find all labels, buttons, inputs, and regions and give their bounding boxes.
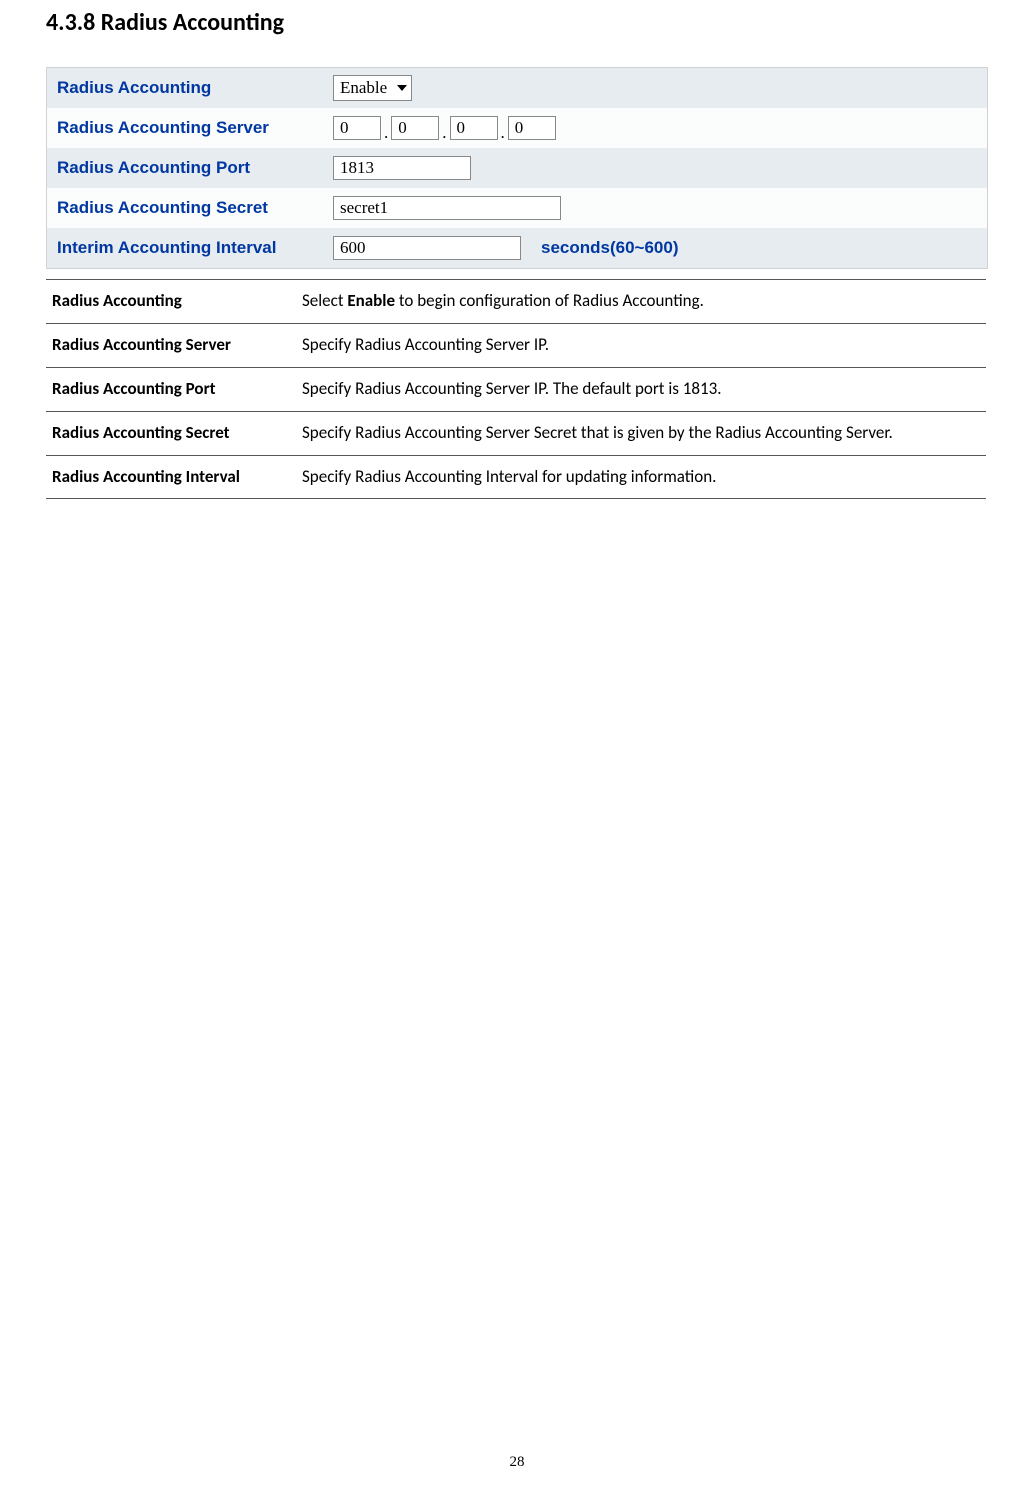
desc-key: Radius Accounting Server <box>46 323 296 367</box>
interim-accounting-interval-input[interactable]: 600 <box>333 236 521 260</box>
radius-accounting-select[interactable]: Enable <box>333 75 412 101</box>
section-heading: 4.3.8 Radius Accounting <box>46 8 988 37</box>
label-radius-accounting-server: Radius Accounting Server <box>47 118 315 138</box>
desc-row: Radius Accounting Secret Specify Radius … <box>46 411 986 455</box>
desc-val: Specify Radius Accounting Server IP. <box>296 323 986 367</box>
select-value: Enable <box>340 78 387 98</box>
desc-val: Specify Radius Accounting Server IP. The… <box>296 367 986 411</box>
ip-octet-4[interactable]: 0 <box>508 116 556 140</box>
chevron-down-icon <box>397 85 407 91</box>
description-table: Radius Accounting Select Enable to begin… <box>46 279 986 499</box>
ip-octet-2[interactable]: 0 <box>391 116 439 140</box>
desc-val: Specify Radius Accounting Server Secret … <box>296 411 986 455</box>
ip-dot: . <box>439 123 449 143</box>
radius-accounting-secret-input[interactable]: secret1 <box>333 196 561 220</box>
desc-key: Radius Accounting Secret <box>46 411 296 455</box>
desc-val: Select Enable to begin configuration of … <box>296 280 986 324</box>
desc-key: Radius Accounting Interval <box>46 455 296 499</box>
radius-accounting-port-input[interactable]: 1813 <box>333 156 471 180</box>
desc-key: Radius Accounting <box>46 280 296 324</box>
ip-octet-1[interactable]: 0 <box>333 116 381 140</box>
interval-suffix: seconds(60~600) <box>541 238 679 258</box>
desc-row: Radius Accounting Server Specify Radius … <box>46 323 986 367</box>
label-radius-accounting-secret: Radius Accounting Secret <box>47 198 315 218</box>
page-number: 28 <box>0 1454 1034 1471</box>
ip-octet-3[interactable]: 0 <box>450 116 498 140</box>
row-radius-accounting-port: Radius Accounting Port 1813 <box>47 148 987 188</box>
ip-dot: . <box>381 123 391 143</box>
row-interim-accounting-interval: Interim Accounting Interval 600 seconds(… <box>47 228 987 268</box>
desc-row: Radius Accounting Port Specify Radius Ac… <box>46 367 986 411</box>
desc-row: Radius Accounting Interval Specify Radiu… <box>46 455 986 499</box>
row-radius-accounting: Radius Accounting Enable <box>47 68 987 108</box>
config-panel: Radius Accounting Enable Radius Accounti… <box>46 67 988 269</box>
desc-row: Radius Accounting Select Enable to begin… <box>46 280 986 324</box>
desc-key: Radius Accounting Port <box>46 367 296 411</box>
label-interim-accounting-interval: Interim Accounting Interval <box>47 238 315 258</box>
ip-dot: . <box>498 123 508 143</box>
row-radius-accounting-secret: Radius Accounting Secret secret1 <box>47 188 987 228</box>
label-radius-accounting: Radius Accounting <box>47 78 315 98</box>
label-radius-accounting-port: Radius Accounting Port <box>47 158 315 178</box>
row-radius-accounting-server: Radius Accounting Server 0 . 0 . 0 . 0 <box>47 108 987 148</box>
desc-val: Specify Radius Accounting Interval for u… <box>296 455 986 499</box>
